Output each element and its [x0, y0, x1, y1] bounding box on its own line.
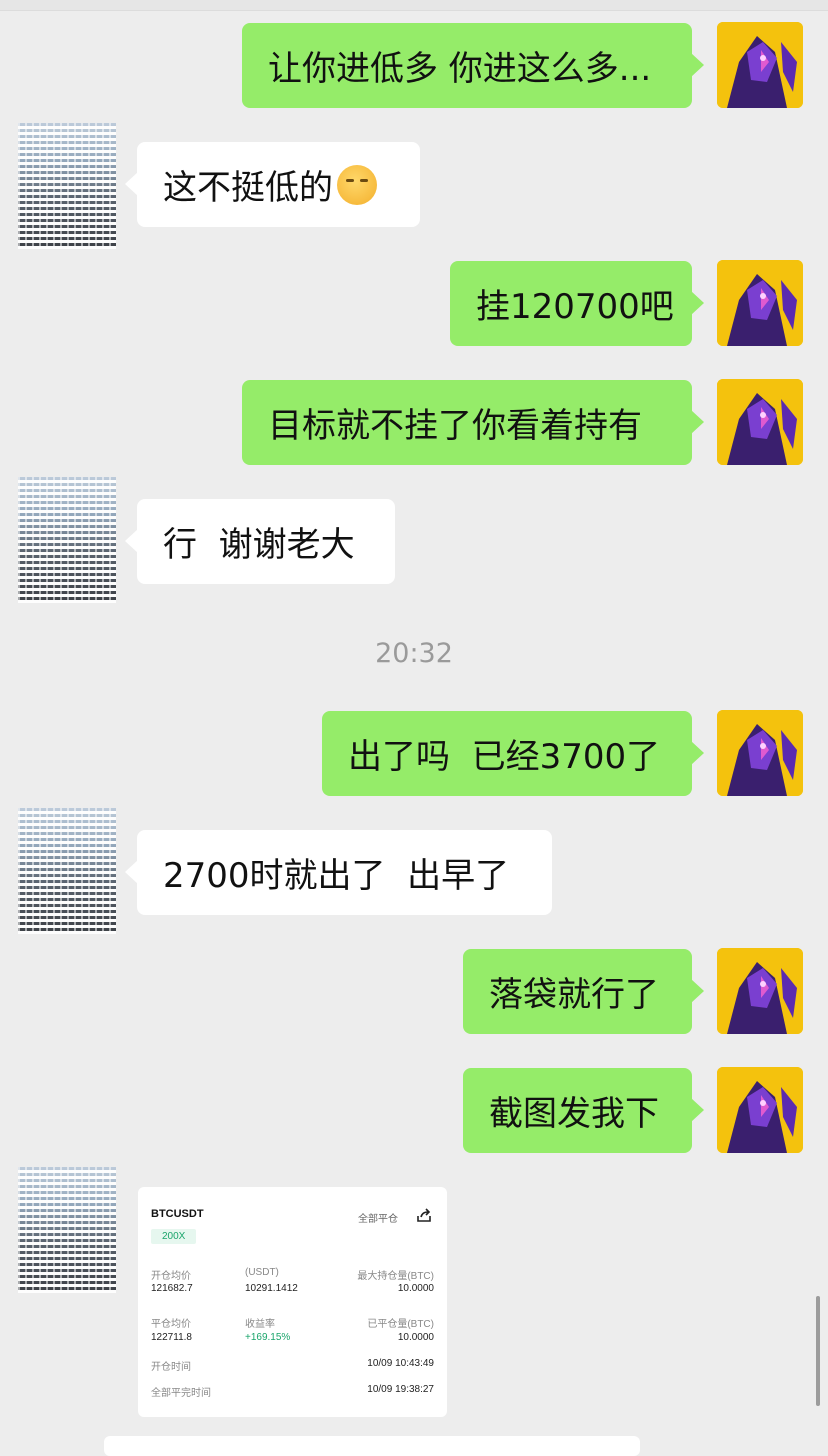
my-avatar[interactable]	[717, 710, 803, 796]
closed-qty-label: 已平仓量(BTC)	[367, 1319, 434, 1330]
close-all-label: 全部平仓	[358, 1214, 398, 1225]
my-avatar[interactable]	[717, 1067, 803, 1153]
scrollbar[interactable]	[816, 1296, 820, 1406]
message-text: 这不挺低的	[163, 168, 333, 208]
face-with-hand-over-mouth-icon	[337, 164, 377, 205]
pnl-unit-label: (USDT)	[245, 1267, 279, 1278]
max-position-value: 10.0000	[397, 1283, 434, 1294]
message-bubble-me[interactable]: 出了吗 已经3700了	[322, 711, 704, 796]
full-close-time-value: 10/09 19:38:27	[367, 1384, 434, 1395]
top-divider	[0, 0, 828, 11]
message-text: 出了吗 已经3700了	[348, 737, 661, 777]
contact-avatar[interactable]	[18, 1167, 116, 1293]
message-text: 让你进低多 你进这么多...	[268, 49, 652, 89]
message-bubble-me[interactable]: 落袋就行了	[463, 949, 704, 1034]
message-text: 行 谢谢老大	[163, 525, 355, 565]
message-text: 2700时就出了 出早了	[163, 856, 510, 896]
message-text: 目标就不挂了你看着持有	[268, 406, 642, 446]
message-text: 落袋就行了	[489, 975, 659, 1015]
contact-avatar[interactable]	[18, 808, 116, 934]
message-bubble-me[interactable]: 截图发我下	[463, 1068, 704, 1153]
return-rate-label: 收益率	[245, 1319, 275, 1330]
my-avatar[interactable]	[717, 260, 803, 346]
my-avatar[interactable]	[717, 22, 803, 108]
close-avg-value: 122711.8	[151, 1332, 192, 1343]
my-avatar[interactable]	[717, 948, 803, 1034]
closed-qty-value: 10.0000	[397, 1332, 434, 1343]
message-bubble-me[interactable]: 让你进低多 你进这么多...	[242, 23, 704, 108]
trade-screenshot-card[interactable]: BTCUSDT 全部平仓 200X 开仓均价 121682.7 (USDT) 1…	[138, 1187, 447, 1417]
close-avg-label: 平仓均价	[151, 1319, 191, 1330]
share-icon	[417, 1208, 431, 1222]
leverage-badge: 200X	[151, 1229, 197, 1244]
open-time-value: 10/09 10:43:49	[367, 1358, 434, 1369]
open-time-label: 开仓时间	[151, 1362, 191, 1373]
open-avg-label: 开仓均价	[151, 1271, 191, 1282]
contact-avatar[interactable]	[18, 477, 116, 603]
pnl-value: 10291.1412	[245, 1283, 298, 1294]
message-input[interactable]	[104, 1436, 640, 1456]
message-bubble-them[interactable]: 行 谢谢老大	[125, 499, 395, 584]
contact-avatar[interactable]	[18, 123, 116, 249]
trade-pair: BTCUSDT	[151, 1208, 204, 1220]
message-bubble-me[interactable]: 目标就不挂了你看着持有	[242, 380, 704, 465]
full-close-time-label: 全部平完时间	[151, 1388, 211, 1399]
message-bubble-them[interactable]: 2700时就出了 出早了	[125, 830, 552, 915]
open-avg-value: 121682.7	[151, 1283, 193, 1294]
message-bubble-them[interactable]: 这不挺低的	[125, 142, 420, 227]
message-text: 挂120700吧	[476, 287, 674, 327]
message-bubble-me[interactable]: 挂120700吧	[450, 261, 704, 346]
message-text: 截图发我下	[489, 1094, 659, 1134]
my-avatar[interactable]	[717, 379, 803, 465]
return-rate-value: +169.15%	[245, 1332, 291, 1343]
chat-timestamp: 20:32	[375, 638, 453, 669]
max-position-label: 最大持仓量(BTC)	[357, 1271, 434, 1282]
